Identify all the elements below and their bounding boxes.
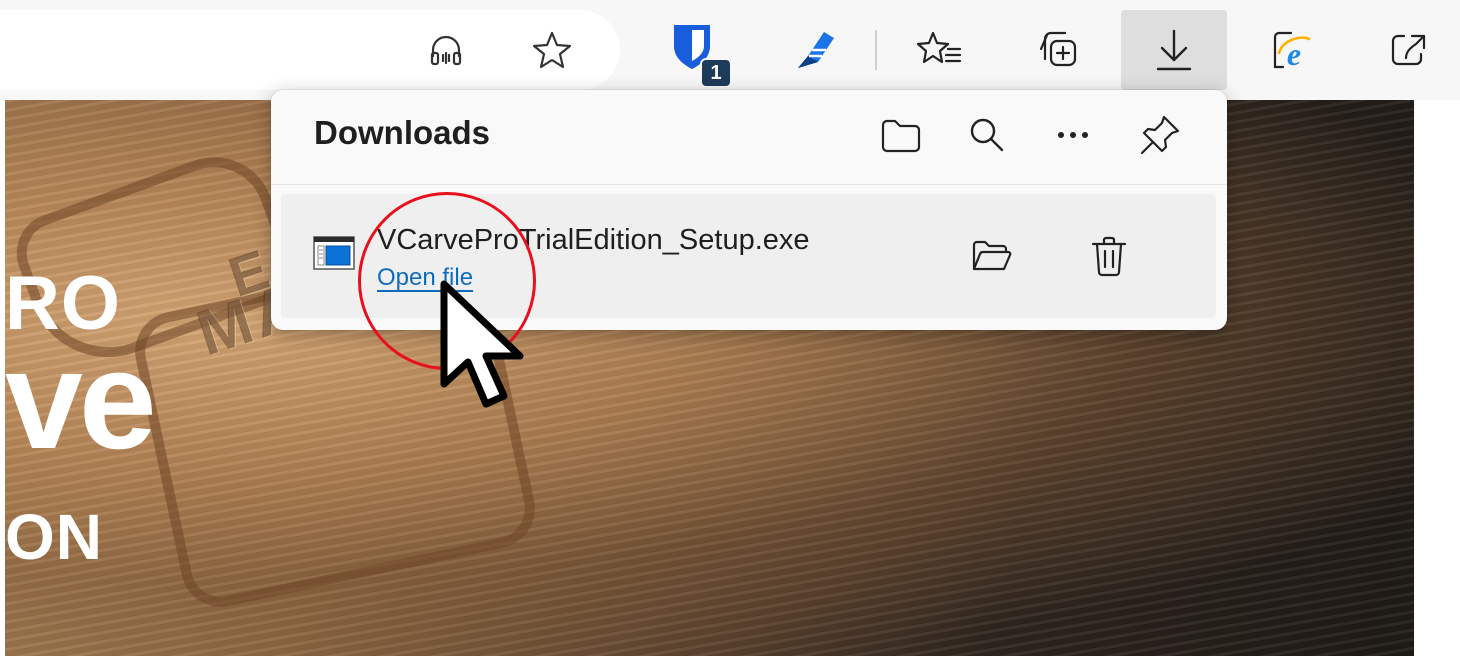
show-in-folder-icon <box>972 240 1012 271</box>
open-downloads-folder-button[interactable] <box>874 108 928 162</box>
search-downloads-button[interactable] <box>960 108 1014 162</box>
extension-badge: 1 <box>700 58 732 88</box>
downloads-header: Downloads <box>271 90 1227 184</box>
downloads-flyout: Downloads VCarveProTrialEdition_Setup.ex… <box>271 90 1227 330</box>
toolbar-divider <box>875 30 877 70</box>
search-icon <box>970 118 1004 152</box>
download-item: VCarveProTrialEdition_Setup.exe Open fil… <box>281 194 1216 318</box>
collections-icon[interactable] <box>1032 24 1084 76</box>
downloads-title: Downloads <box>314 114 491 151</box>
downloads-icon[interactable] <box>1148 24 1200 76</box>
hero-heading-fragment: ve <box>5 321 157 478</box>
open-file-link[interactable]: Open file <box>377 264 473 292</box>
pin-flyout-button[interactable] <box>1133 108 1187 162</box>
hero-heading-fragment: ON <box>5 501 103 573</box>
pen-extension-icon[interactable] <box>790 24 842 76</box>
more-options-button[interactable] <box>1046 108 1100 162</box>
download-file-name: VCarveProTrialEdition_Setup.exe <box>377 224 810 256</box>
delete-download-button[interactable] <box>1081 228 1137 284</box>
page-margin <box>1414 100 1460 656</box>
delete-icon <box>1091 236 1127 277</box>
favorites-list-icon[interactable] <box>914 24 966 76</box>
share-icon[interactable] <box>1382 24 1434 76</box>
read-aloud-icon[interactable] <box>420 24 472 76</box>
browser-window: E MAR RO ve ON 1 <box>0 0 1460 656</box>
pin-icon <box>1140 115 1180 155</box>
header-divider <box>271 184 1227 185</box>
more-options-icon <box>1058 132 1088 138</box>
ie-mode-icon[interactable]: e <box>1264 24 1316 76</box>
browser-toolbar: 1 e <box>0 0 1460 100</box>
favorite-star-icon[interactable] <box>526 24 578 76</box>
open-downloads-folder-icon <box>881 119 921 153</box>
show-in-folder-button[interactable] <box>964 228 1020 284</box>
exe-file-icon <box>313 236 355 270</box>
